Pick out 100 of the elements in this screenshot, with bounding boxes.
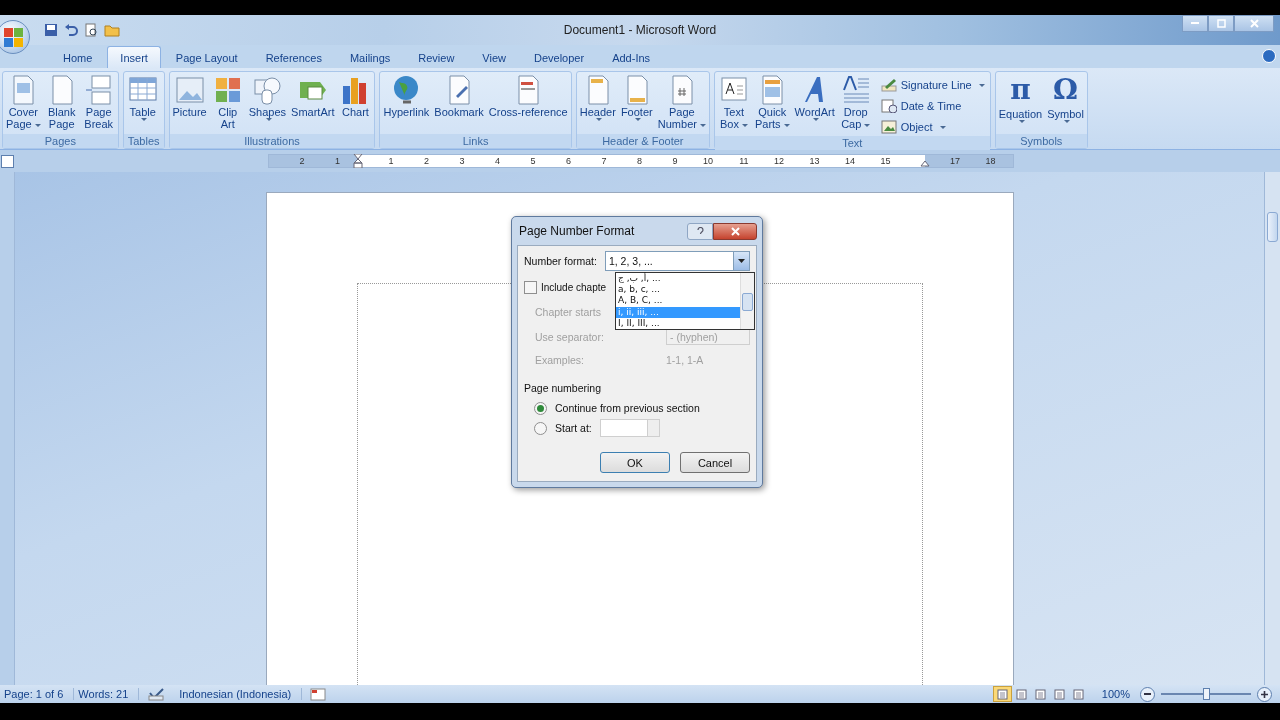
- pen-icon: [880, 78, 897, 92]
- ruler-number: 15: [879, 156, 891, 166]
- ruler-number: 1: [334, 156, 340, 166]
- ribbon-button[interactable]: Text Box: [715, 74, 752, 136]
- calendar-clock-icon: [880, 99, 897, 113]
- ruler-number: 13: [808, 156, 820, 166]
- window-title: Document1 - Microsoft Word: [563, 23, 717, 37]
- minimize-button[interactable]: [1182, 14, 1208, 32]
- language-status[interactable]: Indonesian (Indonesia): [175, 688, 303, 700]
- page-view-icon: [1034, 688, 1046, 700]
- ruler-number: 1: [387, 156, 394, 166]
- drop-cap-icon: [840, 74, 871, 106]
- ruler-number: 4: [494, 156, 500, 166]
- ruler-number: 2: [298, 156, 305, 166]
- view-button[interactable]: [992, 686, 1012, 702]
- dialog-button[interactable]: Cancel: [680, 452, 750, 473]
- close-icon: [1249, 18, 1259, 28]
- symbol-glyph-icon: π: [1010, 74, 1031, 108]
- ribbon-small-button[interactable]: Date & Time: [880, 97, 985, 115]
- office-button[interactable]: [0, 20, 30, 54]
- minimize-icon: [1191, 21, 1199, 25]
- dropdown-button[interactable]: [733, 252, 749, 270]
- ribbon-button[interactable]: Cover Page: [4, 74, 43, 134]
- ruler-number: 11: [738, 156, 749, 166]
- help-icon[interactable]: [1262, 49, 1276, 63]
- ribbon-tab[interactable]: View: [469, 46, 519, 68]
- help-button[interactable]: [687, 222, 713, 240]
- ribbon-button[interactable]: Footer: [618, 74, 655, 134]
- number-format-dropdown[interactable]: 1, 2, 3, ...: [604, 251, 750, 271]
- restore-icon: [1216, 18, 1226, 28]
- radio-label: Start at:: [555, 422, 592, 434]
- ruler-number: 6: [565, 156, 571, 166]
- print-preview-icon[interactable]: [84, 23, 98, 37]
- ribbon-button[interactable]: Chart: [337, 74, 374, 134]
- ruler-number: 18: [984, 156, 996, 166]
- ribbon-button[interactable]: Drop Cap: [837, 74, 874, 136]
- page-view-icon: [1015, 688, 1027, 700]
- group-label: Symbols: [995, 134, 1087, 148]
- ruler-number: 9: [671, 156, 678, 166]
- vertical-scrollbar[interactable]: [1264, 172, 1280, 685]
- radio-button[interactable]: [534, 401, 547, 415]
- ribbon-tab[interactable]: Developer: [521, 46, 598, 68]
- ribbon-tab[interactable]: Page Layout: [162, 46, 251, 68]
- radio-label: Continue from previous section: [555, 402, 700, 414]
- ribbon-tab[interactable]: Review: [405, 46, 468, 68]
- ribbon-button[interactable]: Picture: [170, 74, 209, 134]
- ribbon-small-button[interactable]: Object: [880, 118, 985, 136]
- ribbon-tab[interactable]: References: [252, 46, 335, 68]
- field-label: Use separator:: [535, 331, 604, 343]
- restore-button[interactable]: [1208, 14, 1234, 32]
- ribbon-button[interactable]: Clip Art: [209, 74, 246, 134]
- checkbox[interactable]: [524, 280, 537, 294]
- ribbon-button[interactable]: Shapes: [246, 74, 289, 134]
- ribbon-button[interactable]: Hyperlink: [381, 74, 432, 134]
- ribbon-button[interactable]: Bookmark: [432, 74, 486, 134]
- ribbon-button[interactable]: Cross-reference: [486, 74, 570, 134]
- ribbon-tab[interactable]: Add-Ins: [599, 46, 664, 68]
- minus-icon: [1144, 693, 1151, 695]
- ruler-number: 2: [423, 156, 429, 166]
- ribbon-tab[interactable]: Insert: [107, 46, 161, 68]
- group-label: Header & Footer: [576, 134, 709, 148]
- indent-marker[interactable]: [353, 154, 363, 168]
- start-at-field[interactable]: [599, 419, 660, 437]
- macro-record-icon[interactable]: [310, 687, 327, 701]
- ribbon-button[interactable]: Page Break: [80, 74, 117, 134]
- ribbon-button[interactable]: Page Number: [655, 74, 708, 134]
- ribbon-button[interactable]: Ω Symbol: [1045, 74, 1086, 134]
- save-icon[interactable]: [44, 23, 58, 37]
- ribbon-small-button[interactable]: Signature Line: [880, 76, 985, 94]
- field-label: Examples:: [535, 354, 585, 366]
- section-label: Page numbering: [524, 382, 602, 394]
- ruler-number: 17: [949, 156, 960, 166]
- group-label: Text: [714, 136, 990, 150]
- ribbon-button[interactable]: Header: [577, 74, 618, 134]
- dialog-button[interactable]: OK: [600, 452, 670, 473]
- zoom-level[interactable]: 100%: [1097, 688, 1140, 700]
- tab-selector[interactable]: [1, 154, 14, 168]
- example-value: 1-1, 1-A: [666, 354, 705, 366]
- list-scrollbar[interactable]: [740, 273, 754, 329]
- close-button[interactable]: [1234, 14, 1274, 32]
- radio-button[interactable]: [534, 421, 547, 435]
- ribbon-button[interactable]: Table: [124, 74, 161, 134]
- ruler-number: 14: [844, 156, 855, 166]
- close-button[interactable]: [713, 222, 757, 240]
- ribbon-button[interactable]: WordArt: [792, 74, 837, 136]
- zoom-slider-thumb[interactable]: [1203, 688, 1210, 700]
- ruler-number: 8: [636, 156, 642, 166]
- ribbon-button[interactable]: SmartArt: [289, 74, 337, 134]
- ruler-number: 5: [529, 156, 536, 166]
- zoom-out-button[interactable]: [1140, 686, 1155, 702]
- ribbon-tab[interactable]: Mailings: [336, 46, 404, 68]
- word-count[interactable]: Words: 21: [74, 688, 140, 700]
- ribbon-button[interactable]: Quick Parts: [752, 74, 792, 136]
- page-view-icon: [1053, 688, 1065, 700]
- ribbon-button[interactable]: π Equation: [996, 74, 1045, 134]
- undo-icon[interactable]: [64, 23, 78, 37]
- ribbon-tab[interactable]: Home: [50, 46, 106, 68]
- ribbon-button[interactable]: Blank Page: [43, 74, 80, 134]
- page-count[interactable]: Page: 1 of 6: [0, 688, 75, 700]
- zoom-in-button[interactable]: [1257, 686, 1272, 702]
